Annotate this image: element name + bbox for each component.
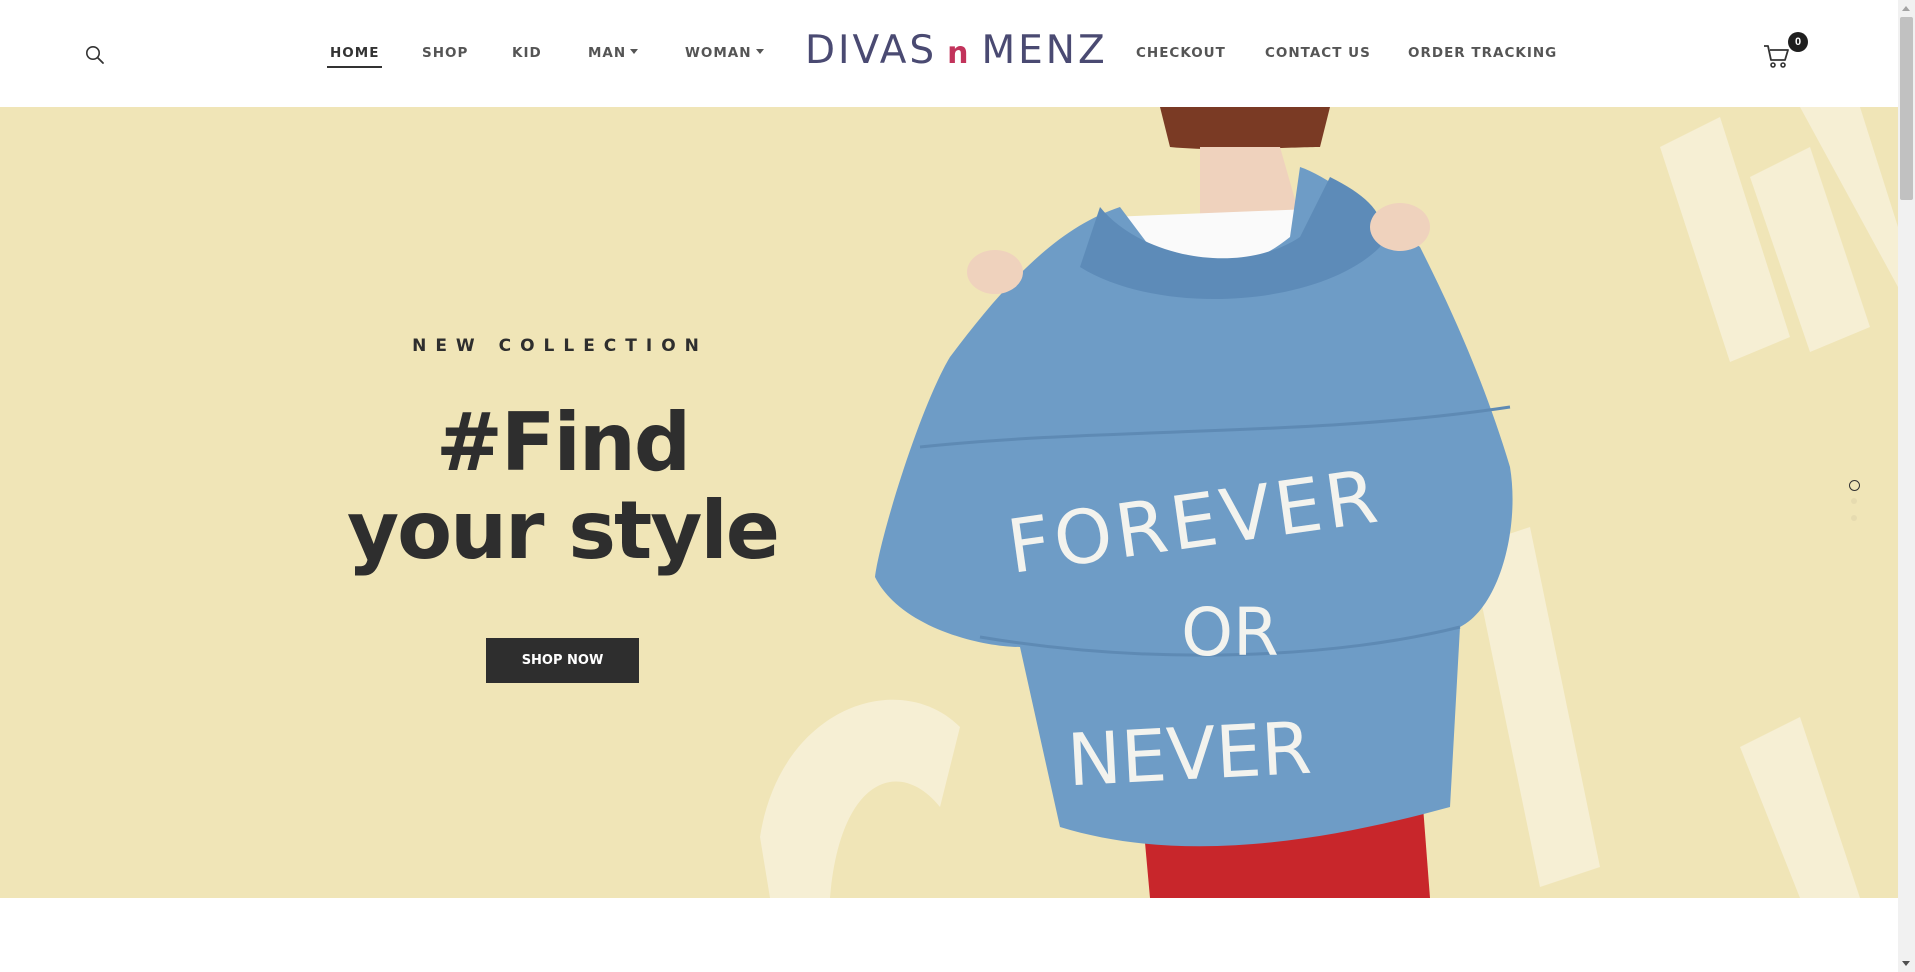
nav-home[interactable]: HOME: [326, 45, 383, 68]
site-logo[interactable]: DIVAS n MENZ: [805, 30, 1108, 72]
nav-contact-us[interactable]: CONTACT US: [1265, 45, 1371, 61]
scroll-down-arrow-icon[interactable]: [1902, 961, 1910, 966]
search-icon: [86, 46, 104, 64]
shop-now-button[interactable]: SHOP NOW: [486, 638, 639, 683]
slider-pagination: [1846, 480, 1862, 540]
hero-subtitle: NEW COLLECTION: [412, 336, 708, 356]
slider-dot-1[interactable]: [1849, 480, 1860, 491]
nav-man[interactable]: MAN: [588, 45, 639, 61]
hero-headline-line-1: #Find: [435, 396, 691, 489]
slider-dot-2[interactable]: [1851, 498, 1857, 504]
nav-woman[interactable]: WOMAN: [685, 45, 764, 61]
scrollbar-thumb[interactable]: [1900, 17, 1913, 200]
cart-count-badge: 0: [1788, 32, 1808, 52]
logo-part-divas: DIVAS: [805, 28, 938, 73]
scroll-up-arrow-icon[interactable]: [1902, 6, 1910, 11]
nav-shop[interactable]: SHOP: [422, 45, 468, 61]
nav-order-tracking[interactable]: ORDER TRACKING: [1408, 45, 1557, 61]
hero-headline: #Find your style: [300, 399, 825, 575]
nav-man-label: MAN: [588, 45, 627, 61]
nav-checkout[interactable]: CHECKOUT: [1136, 45, 1226, 61]
nav-woman-label: WOMAN: [685, 45, 752, 61]
caret-down-icon: [755, 48, 764, 54]
nav-kid[interactable]: KID: [512, 45, 542, 61]
search-button[interactable]: [84, 44, 106, 66]
jacket-text-or: OR: [1181, 594, 1279, 671]
jacket-text-never: NEVER: [1065, 706, 1313, 803]
logo-part-menz: MENZ: [981, 28, 1108, 73]
model-denim-jacket-image: FOREVER OR NEVER: [875, 107, 1513, 898]
hero-banner: FOREVER OR NEVER NEW COLLECTION #Find yo…: [0, 107, 1898, 898]
slider-dot-3[interactable]: [1851, 515, 1857, 521]
caret-down-icon: [630, 48, 639, 54]
site-header: HOME SHOP KID MAN WOMAN DIVAS n MENZ CHECK…: [0, 0, 1898, 107]
hero-headline-line-2: your style: [346, 484, 780, 577]
page-scrollbar[interactable]: [1898, 0, 1915, 972]
logo-part-n: n: [947, 36, 972, 71]
